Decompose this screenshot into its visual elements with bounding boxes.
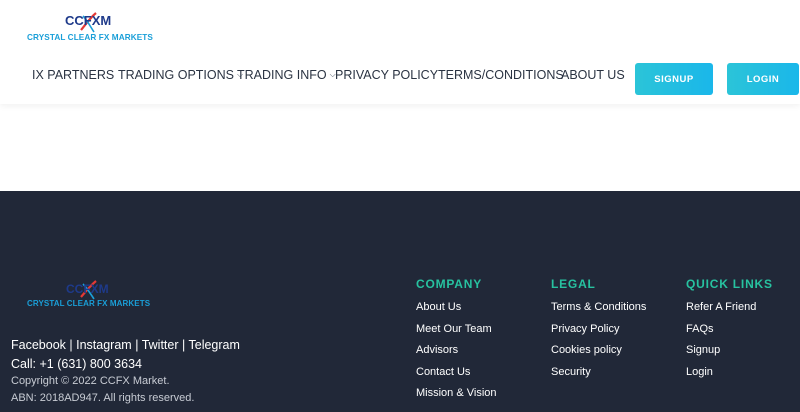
column-heading: LEGAL: [551, 277, 596, 291]
site-footer: CCFXM CRYSTAL CLEAR FX MARKETS Facebook …: [0, 191, 800, 412]
footer-link-mission-vision[interactable]: Mission & Vision: [416, 386, 497, 408]
footer-logo[interactable]: CCFXM CRYSTAL CLEAR FX MARKETS: [24, 280, 151, 316]
column-heading: QUICK LINKS: [686, 277, 773, 291]
nav-item-about-us[interactable]: ABOUT US: [561, 68, 625, 82]
footer-link-advisors[interactable]: Advisors: [416, 343, 497, 365]
footer-link-security[interactable]: Security: [551, 365, 646, 387]
twitter-link[interactable]: Twitter: [142, 338, 179, 352]
footer-link-refer-a-friend[interactable]: Refer A Friend: [686, 300, 773, 322]
social-links: Facebook | Instagram | Twitter | Telegra…: [11, 338, 240, 352]
column-heading: COMPANY: [416, 277, 483, 291]
signup-button[interactable]: SIGNUP: [635, 63, 713, 95]
login-button[interactable]: LOGIN: [727, 63, 799, 95]
instagram-link[interactable]: Instagram: [76, 338, 132, 352]
footer-link-about-us[interactable]: About Us: [416, 300, 497, 322]
footer-column-legal: LEGAL Terms & Conditions Privacy Policy …: [551, 277, 646, 386]
nav-item-trading-options[interactable]: TRADING OPTIONS ⌵: [118, 68, 243, 82]
logo-tagline: CRYSTAL CLEAR FX MARKETS: [27, 33, 153, 42]
nav-item-trading-info[interactable]: TRADING INFO ⌵: [237, 68, 336, 82]
footer-column-quick-links: QUICK LINKS Refer A Friend FAQs Signup L…: [686, 277, 773, 386]
nav-item-ix-partners[interactable]: IX PARTNERS: [32, 68, 114, 82]
abn-text: ABN: 2018AD947. All rights reserved.: [11, 392, 195, 404]
nav-item-privacy-policy[interactable]: PRIVACY POLICY: [335, 68, 438, 82]
footer-link-faqs[interactable]: FAQs: [686, 322, 773, 344]
footer-link-cookies-policy[interactable]: Cookies policy: [551, 343, 646, 365]
footer-column-company: COMPANY About Us Meet Our Team Advisors …: [416, 277, 497, 408]
footer-link-login[interactable]: Login: [686, 365, 773, 387]
footer-link-meet-our-team[interactable]: Meet Our Team: [416, 322, 497, 344]
site-header: CCFXM CRYSTAL CLEAR FX MARKETS IX PARTNE…: [0, 0, 800, 104]
footer-link-privacy-policy[interactable]: Privacy Policy: [551, 322, 646, 344]
telegram-link[interactable]: Telegram: [189, 338, 240, 352]
logo-mark: CCFXM: [65, 13, 112, 28]
copyright-text: Copyright © 2022 CCFX Market.: [11, 375, 170, 387]
content-area: [0, 104, 800, 191]
footer-link-contact-us[interactable]: Contact Us: [416, 365, 497, 387]
footer-link-terms-conditions[interactable]: Terms & Conditions: [551, 300, 646, 322]
footer-link-signup[interactable]: Signup: [686, 343, 773, 365]
phone-number: Call: +1 (631) 800 3634: [11, 357, 142, 371]
site-logo[interactable]: CCFXM CRYSTAL CLEAR FX MARKETS: [24, 10, 153, 46]
logo-tagline: CRYSTAL CLEAR FX MARKETS: [27, 299, 151, 308]
nav-item-terms-conditions[interactable]: TERMS/CONDITIONS: [438, 68, 564, 82]
logo-mark: CCFXM: [66, 282, 109, 296]
facebook-link[interactable]: Facebook: [11, 338, 66, 352]
